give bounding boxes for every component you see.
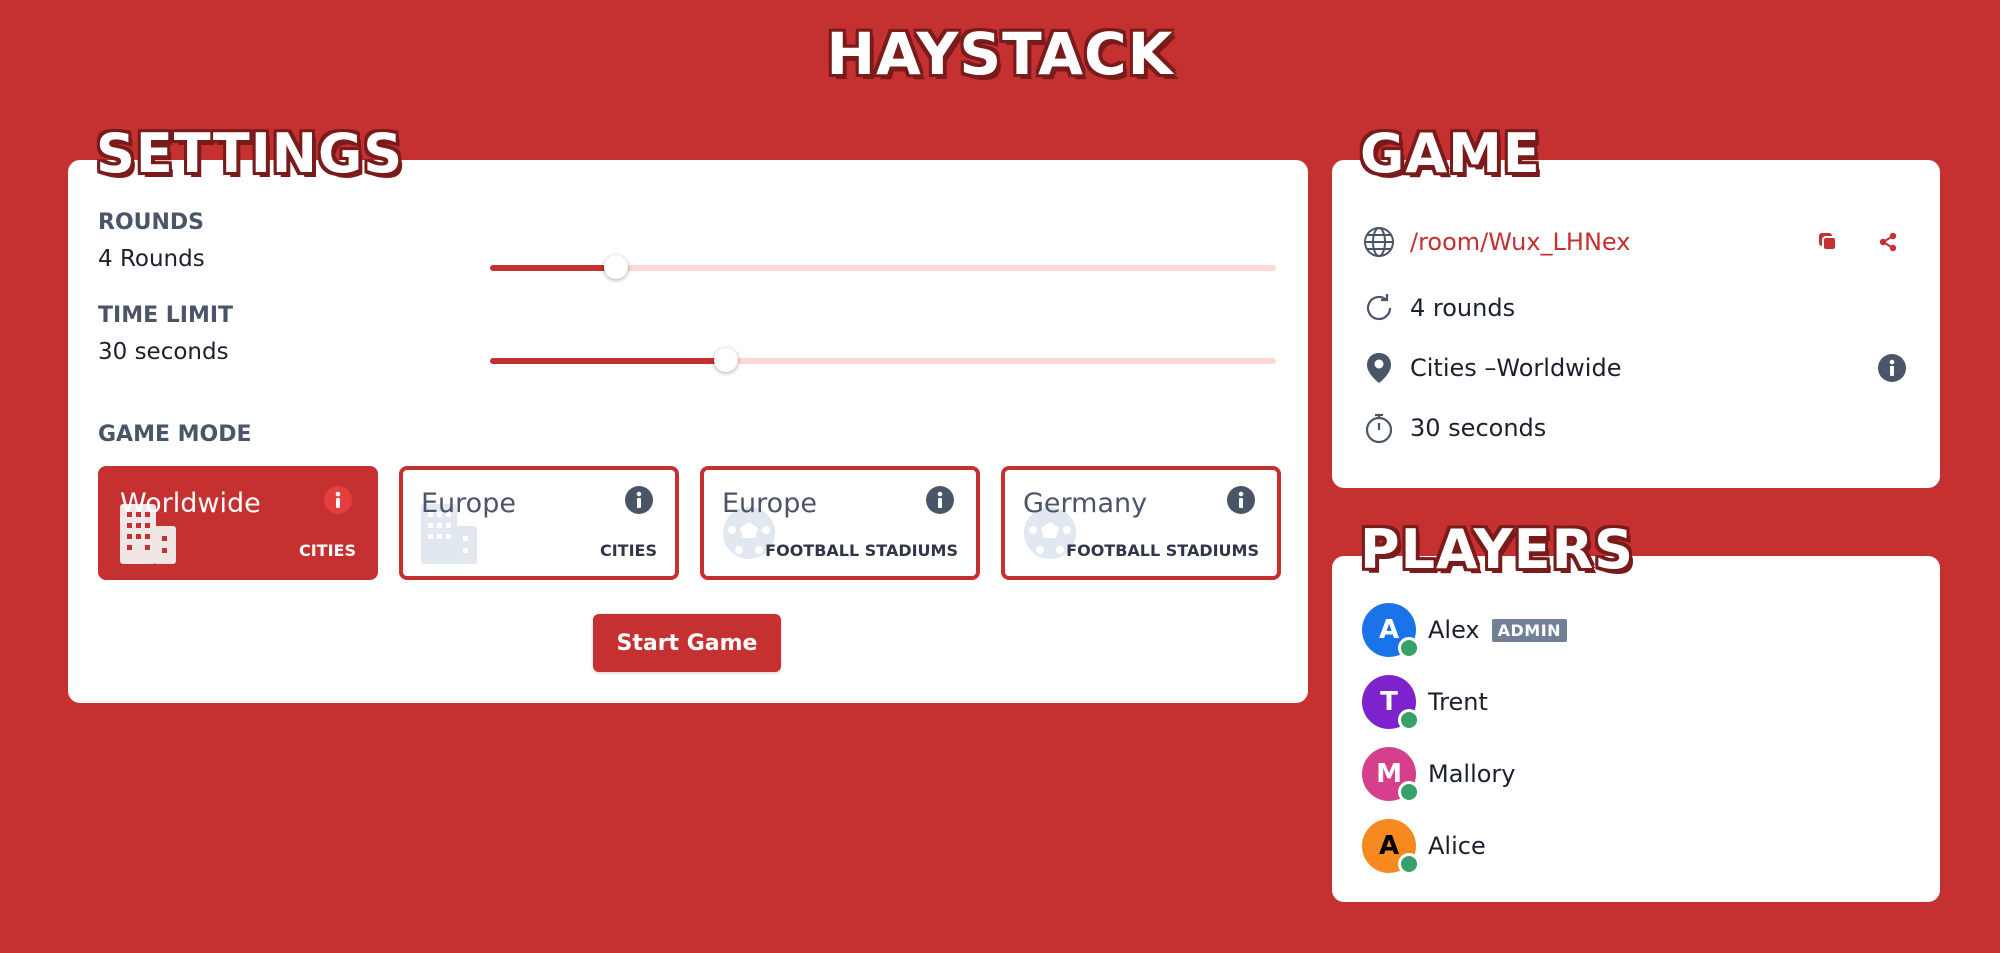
start-game-button[interactable]: Start Game <box>593 614 781 672</box>
settings-panel: ROUNDS 4 Rounds TIME LIMIT 30 seconds GA… <box>68 160 1308 703</box>
time-row: 30 seconds <box>1362 408 1546 448</box>
avatar-initial: A <box>1378 831 1400 861</box>
time-info: 30 seconds <box>1410 414 1547 442</box>
time-limit-slider-thumb[interactable] <box>713 348 738 372</box>
settings-title: SETTINGS <box>96 122 404 185</box>
mode-name: Germany <box>1023 488 1148 519</box>
mode-name: Europe <box>722 488 817 519</box>
avatar: T <box>1362 675 1420 731</box>
room-link-row: /room/Wux_LHNex <box>1362 222 1630 262</box>
mode-row: Cities –Worldwide <box>1362 348 1621 388</box>
game-panel: /room/Wux_LHNex 4 rounds Cities –Worldwi… <box>1332 160 1940 488</box>
copy-icon[interactable] <box>1816 230 1840 258</box>
players-panel: A Alex ADMIN T Trent M Mallory A Alice <box>1332 556 1940 902</box>
app-logo: HAYSTACK <box>826 20 1174 88</box>
player-row: T Trent <box>1362 675 1488 731</box>
avatar: A <box>1362 819 1420 875</box>
rounds-slider-thumb[interactable] <box>603 255 628 279</box>
online-status-dot <box>1398 637 1420 659</box>
rounds-row: 4 rounds <box>1362 288 1515 328</box>
mode-type: CITIES <box>298 541 356 560</box>
rounds-value: 4 Rounds <box>98 246 205 272</box>
avatar: M <box>1362 747 1420 803</box>
player-row: A Alice <box>1362 819 1486 875</box>
players-title: PLAYERS <box>1360 518 1635 581</box>
share-icon[interactable] <box>1876 230 1900 258</box>
player-row: M Mallory <box>1362 747 1516 803</box>
rounds-slider[interactable] <box>490 255 1276 279</box>
player-name: Alex <box>1428 616 1480 644</box>
online-status-dot <box>1398 709 1420 731</box>
game-mode-label: GAME MODE <box>98 422 252 447</box>
mode-type: CITIES <box>599 541 657 560</box>
time-limit-label: TIME LIMIT <box>98 303 234 328</box>
avatar: A <box>1362 603 1420 659</box>
time-limit-slider[interactable] <box>490 348 1276 372</box>
mode-type: FOOTBALL STADIUMS <box>1066 541 1259 560</box>
map-pin-icon <box>1362 351 1396 385</box>
info-icon[interactable] <box>1227 486 1255 518</box>
player-name: Mallory <box>1428 760 1516 788</box>
admin-badge: ADMIN <box>1491 618 1568 642</box>
rounds-info: 4 rounds <box>1410 294 1516 322</box>
avatar-initial: T <box>1380 687 1398 717</box>
online-status-dot <box>1398 853 1420 875</box>
rounds-label: ROUNDS <box>98 210 205 235</box>
mode-info: Cities –Worldwide <box>1410 354 1622 382</box>
room-link[interactable]: /room/Wux_LHNex <box>1410 228 1630 256</box>
mode-name: Worldwide <box>120 488 261 519</box>
avatar-initial: M <box>1376 759 1402 789</box>
online-status-dot <box>1398 781 1420 803</box>
game-title: GAME <box>1360 122 1541 185</box>
avatar-initial: A <box>1378 615 1400 645</box>
globe-icon <box>1362 225 1396 259</box>
mode-germany-stadiums[interactable]: Germany FOOTBALL STADIUMS <box>1001 466 1281 580</box>
mode-europe-cities[interactable]: Europe CITIES <box>399 466 679 580</box>
time-limit-value: 30 seconds <box>98 339 229 365</box>
mode-name: Europe <box>421 488 516 519</box>
refresh-icon <box>1362 291 1396 325</box>
info-icon[interactable] <box>625 486 653 518</box>
stopwatch-icon <box>1362 411 1396 445</box>
mode-type: FOOTBALL STADIUMS <box>765 541 958 560</box>
mode-europe-stadiums[interactable]: Europe FOOTBALL STADIUMS <box>700 466 980 580</box>
rounds-slider-fill <box>490 265 616 271</box>
player-row: A Alex ADMIN <box>1362 603 1568 659</box>
info-icon[interactable] <box>1878 354 1906 386</box>
player-name: Trent <box>1428 688 1488 716</box>
player-name: Alice <box>1428 832 1486 860</box>
info-icon[interactable] <box>926 486 954 518</box>
time-limit-slider-fill <box>490 358 726 364</box>
mode-worldwide-cities[interactable]: Worldwide CITIES <box>98 466 378 580</box>
info-icon[interactable] <box>324 486 352 518</box>
